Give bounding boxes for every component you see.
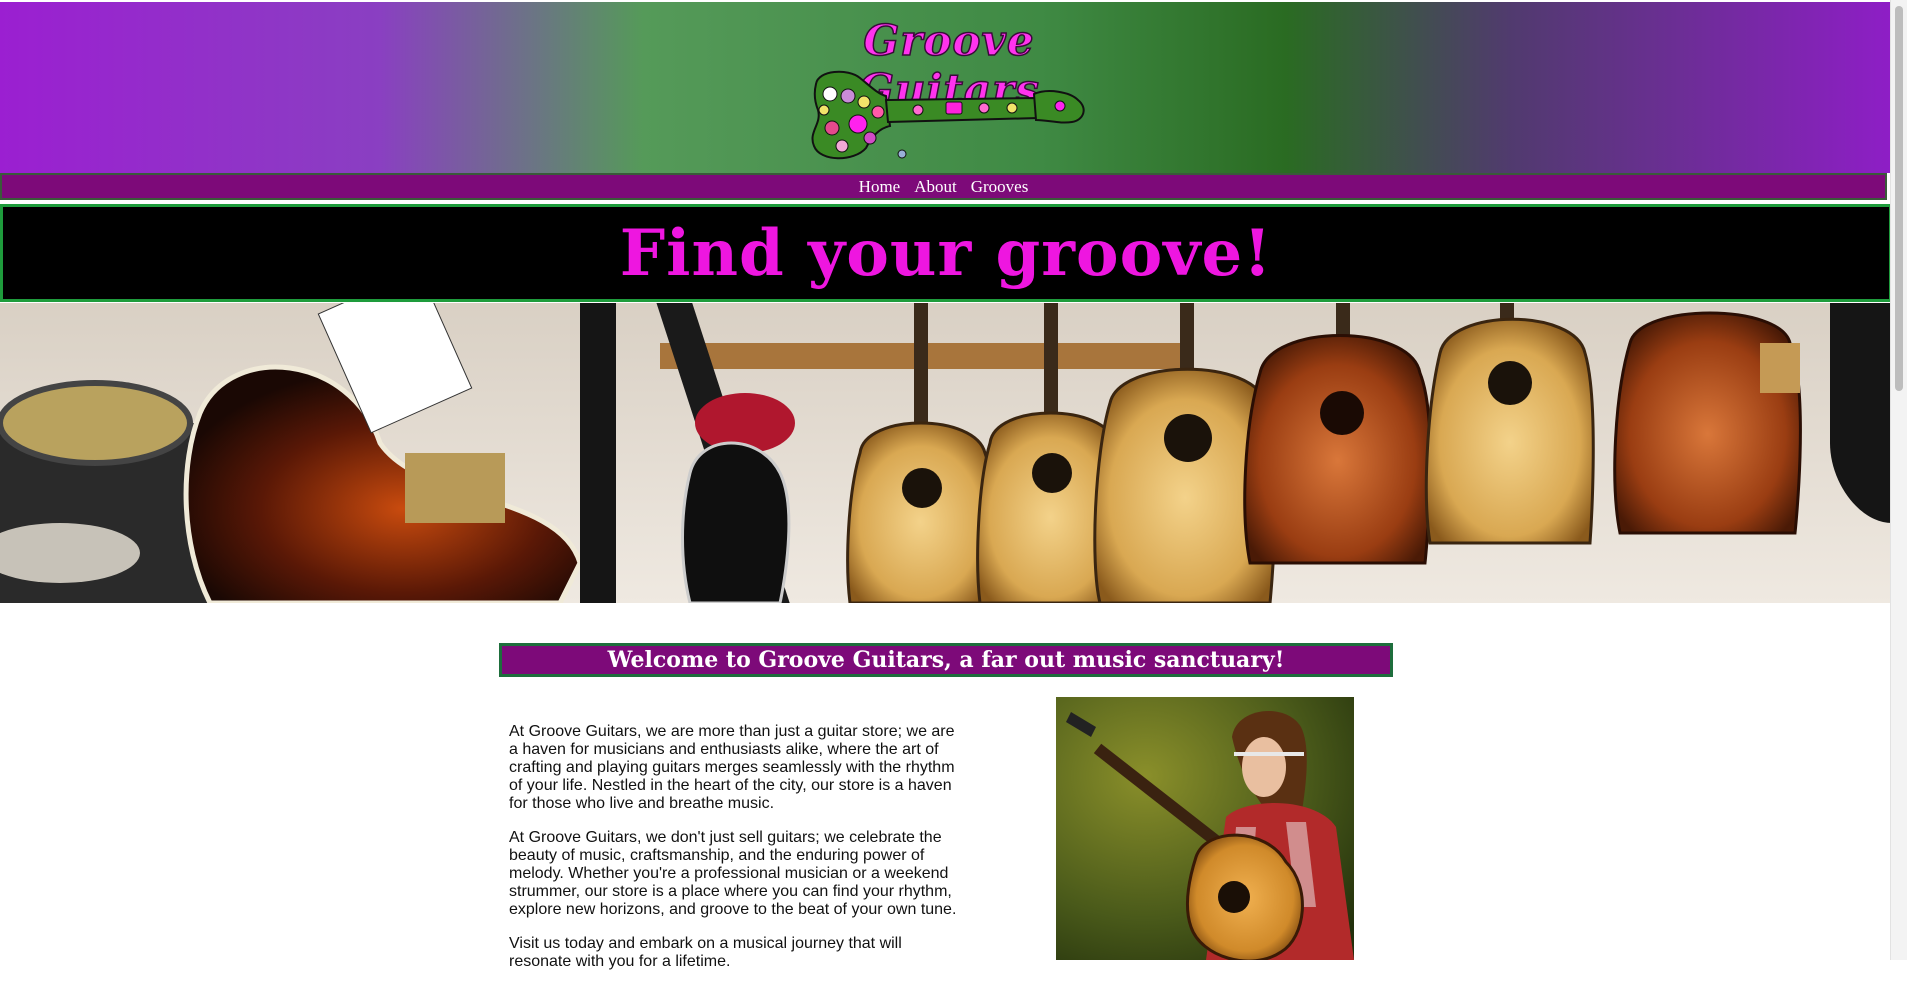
banner-heading: Find your groove! — [619, 215, 1273, 291]
intro-paragraph: Visit us today and embark on a musical j… — [509, 935, 902, 970]
hero-image — [0, 303, 1892, 603]
page-scrollbar[interactable] — [1890, 0, 1907, 960]
hero-banner: Find your groove! — [0, 204, 1892, 302]
guitar-wall-photo — [0, 303, 1892, 603]
nav-link-home[interactable]: Home — [859, 177, 901, 197]
logo[interactable]: Groove Guitars — [808, 15, 1090, 161]
main-nav: Home About Grooves — [0, 173, 1887, 200]
nav-link-about[interactable]: About — [914, 177, 957, 197]
nav-link-grooves[interactable]: Grooves — [971, 177, 1029, 197]
welcome-banner: Welcome to Groove Guitars, a far out mus… — [499, 643, 1393, 677]
welcome-heading: Welcome to Groove Guitars, a far out mus… — [607, 647, 1285, 673]
guitarist-image — [1056, 697, 1354, 960]
intro-paragraph: At Groove Guitars, we are more than just… — [509, 723, 955, 812]
guitarist-photo — [1056, 697, 1354, 960]
intro-paragraph: At Groove Guitars, we don't just sell gu… — [509, 829, 957, 918]
intro-text: At Groove Guitars, we are more than just… — [509, 723, 959, 987]
scrollbar-thumb[interactable] — [1895, 6, 1903, 391]
guitar-logo-icon — [811, 70, 1085, 160]
site-header: Groove Guitars — [0, 2, 1891, 173]
